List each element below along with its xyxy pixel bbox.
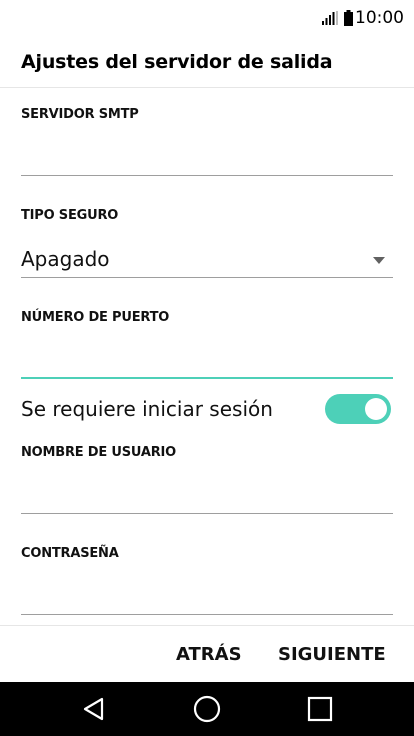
status-time: 10:00	[355, 8, 404, 28]
require-login-label: Se requiere iniciar sesión	[21, 397, 273, 421]
navigation-bar	[0, 682, 414, 736]
port-input[interactable]	[21, 343, 393, 375]
password-input[interactable]	[21, 579, 393, 611]
recent-square-icon	[307, 696, 333, 722]
toggle-knob	[365, 398, 387, 420]
signal-icon	[322, 11, 338, 25]
nav-recent-button[interactable]	[290, 682, 350, 736]
username-label: NOMBRE DE USUARIO	[21, 445, 177, 460]
home-circle-icon	[193, 695, 221, 723]
security-type-select[interactable]: Apagado	[21, 238, 393, 278]
require-login-toggle[interactable]	[325, 394, 391, 424]
back-button[interactable]: ATRÁS	[176, 626, 242, 682]
next-button[interactable]: SIGUIENTE	[278, 626, 386, 682]
security-type-value: Apagado	[21, 247, 110, 271]
port-label: NÚMERO DE PUERTO	[21, 310, 170, 325]
screen: 10:00 Ajustes del servidor de salida SER…	[0, 0, 414, 736]
smtp-server-label: SERVIDOR SMTP	[21, 107, 139, 122]
smtp-server-underline	[21, 175, 393, 176]
action-bar: ATRÁS SIGUIENTE	[0, 625, 414, 682]
password-label: CONTRASEÑA	[21, 546, 119, 561]
username-underline	[21, 513, 393, 514]
dropdown-arrow-icon	[373, 257, 385, 264]
username-input[interactable]	[21, 478, 393, 510]
port-underline	[21, 377, 393, 379]
page-title: Ajustes del servidor de salida	[21, 50, 333, 73]
header: Ajustes del servidor de salida	[0, 36, 414, 88]
security-type-underline	[21, 277, 393, 278]
back-triangle-icon	[83, 697, 104, 721]
security-type-label: TIPO SEGURO	[21, 208, 119, 223]
status-bar: 10:00	[0, 0, 414, 36]
nav-back-button[interactable]	[64, 682, 124, 736]
battery-icon	[344, 10, 353, 26]
smtp-server-input[interactable]	[21, 140, 393, 172]
password-underline	[21, 614, 393, 615]
nav-home-button[interactable]	[177, 682, 237, 736]
